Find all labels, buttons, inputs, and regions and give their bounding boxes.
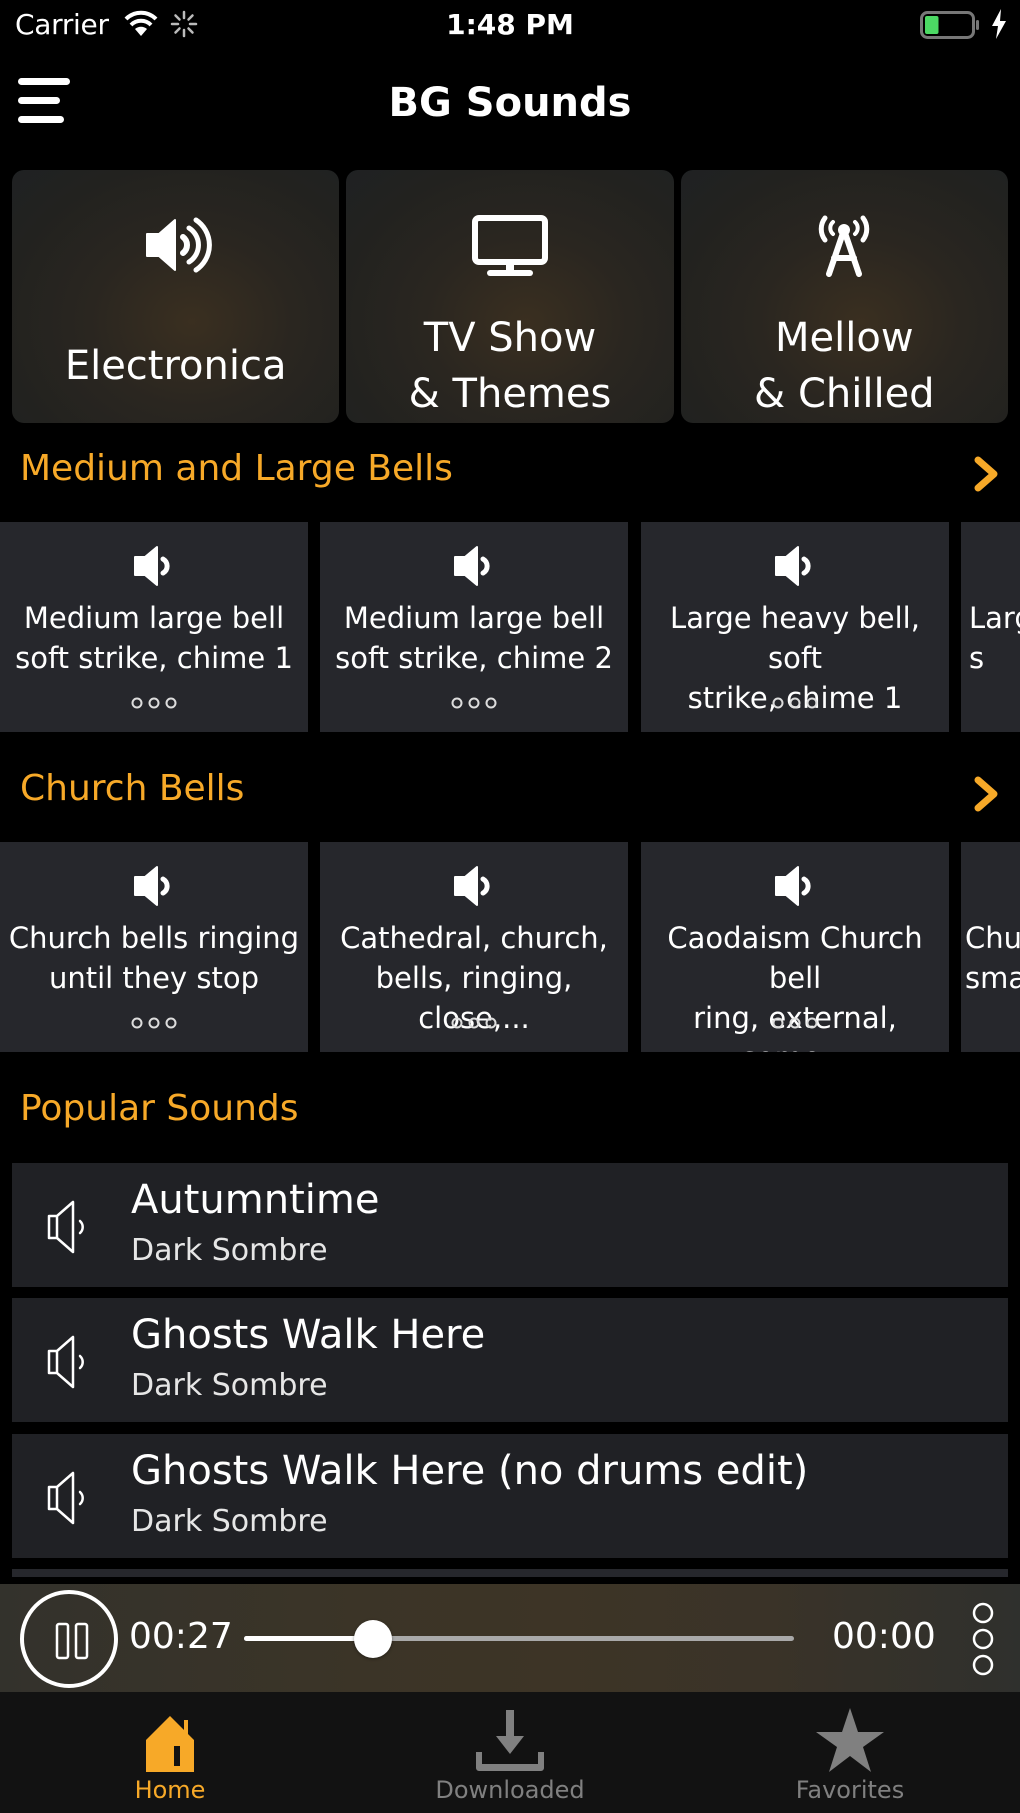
card-row-medium-large-bells[interactable]: Medium large bell soft strike, chime 1 M… bbox=[0, 522, 1020, 732]
seek-slider[interactable] bbox=[244, 1614, 794, 1664]
chevron-right-icon[interactable] bbox=[970, 454, 1002, 494]
genre-label-line1: Mellow bbox=[775, 315, 914, 361]
sound-subtitle: Dark Sombre bbox=[131, 1233, 328, 1268]
tab-label: Home bbox=[134, 1776, 206, 1804]
home-icon bbox=[146, 1716, 194, 1772]
sound-card-partial[interactable]: Chu sma bbox=[961, 842, 1020, 1052]
screen: Carrier 1:48 PM BG Sounds Electronica TV… bbox=[0, 0, 1020, 1813]
speaker-icon bbox=[454, 866, 490, 906]
section-header-popular-sounds: Popular Sounds bbox=[0, 1080, 1020, 1140]
nav-bar: BG Sounds bbox=[0, 52, 1020, 152]
seek-thumb[interactable] bbox=[354, 1620, 393, 1658]
list-item[interactable]: Autumntime Dark Sombre bbox=[12, 1163, 1008, 1287]
sound-card[interactable]: Large heavy bell, soft strike, chime 1 bbox=[641, 522, 949, 732]
more-dots-icon[interactable] bbox=[130, 696, 178, 710]
genre-tile-electronica[interactable]: Electronica bbox=[12, 170, 340, 423]
sound-card-title: Larg s bbox=[969, 601, 1020, 675]
tab-favorites[interactable]: Favorites bbox=[680, 1692, 1020, 1813]
section-title: Popular Sounds bbox=[20, 1088, 299, 1129]
genre-label-line1: TV Show bbox=[423, 315, 597, 361]
more-vertical-icon[interactable] bbox=[968, 1600, 998, 1680]
genre-tile-tv-show-themes[interactable]: TV Show & Themes bbox=[346, 170, 674, 423]
speaker-icon bbox=[775, 866, 811, 906]
sound-title: Ghosts Walk Here bbox=[131, 1312, 486, 1358]
tab-label: Favorites bbox=[795, 1776, 905, 1804]
list-item-partial[interactable] bbox=[12, 1569, 1008, 1577]
sound-card[interactable]: Church bells ringing until they stop bbox=[0, 842, 308, 1052]
tab-label: Downloaded bbox=[435, 1776, 585, 1804]
sound-card-title: Medium large bell soft strike, chime 1 bbox=[15, 601, 293, 675]
more-dots-icon[interactable] bbox=[450, 696, 498, 710]
sound-title: Autumntime bbox=[131, 1177, 380, 1223]
speaker-outline-icon bbox=[47, 1335, 84, 1389]
pause-button[interactable] bbox=[20, 1590, 118, 1688]
list-item[interactable]: Ghosts Walk Here (no drums edit) Dark So… bbox=[12, 1434, 1008, 1558]
status-bar: Carrier 1:48 PM bbox=[0, 0, 1020, 52]
more-dots-icon[interactable] bbox=[771, 696, 819, 710]
speaker-icon bbox=[134, 546, 170, 586]
sound-title: Ghosts Walk Here (no drums edit) bbox=[131, 1448, 809, 1494]
sound-card-title: Church bells ringing until they stop bbox=[8, 921, 300, 995]
mini-player: 00:27 00:00 bbox=[0, 1584, 1020, 1692]
charging-bolt-icon bbox=[992, 9, 1006, 39]
sound-card-title: Chu sma bbox=[965, 921, 1020, 995]
sound-card[interactable]: Medium large bell soft strike, chime 1 bbox=[0, 522, 308, 732]
radio-antenna-icon bbox=[819, 215, 870, 277]
section-title[interactable]: Church Bells bbox=[20, 768, 244, 809]
sound-card-title: Caodaism Church bell ring, external, som… bbox=[667, 921, 923, 1052]
star-icon bbox=[816, 1708, 884, 1772]
speaker-outline-icon bbox=[47, 1471, 84, 1525]
sound-subtitle: Dark Sombre bbox=[131, 1504, 328, 1539]
tab-downloaded[interactable]: Downloaded bbox=[340, 1692, 680, 1813]
genre-label-line2: & Themes bbox=[408, 371, 612, 417]
tab-home[interactable]: Home bbox=[0, 1692, 340, 1813]
sound-card[interactable]: Medium large bell soft strike, chime 2 bbox=[320, 522, 628, 732]
download-icon bbox=[476, 1710, 544, 1771]
more-dots-icon[interactable] bbox=[771, 1016, 819, 1030]
pause-icon bbox=[55, 1622, 89, 1660]
genre-label-line2: & Chilled bbox=[754, 371, 935, 417]
sound-card[interactable]: Caodaism Church bell ring, external, som… bbox=[641, 842, 949, 1052]
sound-subtitle: Dark Sombre bbox=[131, 1368, 328, 1403]
section-header-church-bells: Church Bells bbox=[0, 760, 1020, 820]
page-title: BG Sounds bbox=[388, 80, 632, 126]
list-item[interactable]: Ghosts Walk Here Dark Sombre bbox=[12, 1298, 1008, 1422]
monitor-icon bbox=[471, 215, 548, 276]
tab-bar: Home Downloaded Favorites bbox=[0, 1692, 1020, 1813]
more-dots-icon[interactable] bbox=[450, 1016, 498, 1030]
speaker-loud-icon bbox=[145, 217, 212, 273]
speaker-icon bbox=[134, 866, 170, 906]
sound-card[interactable]: Cathedral, church, bells, ringing, close… bbox=[320, 842, 628, 1052]
elapsed-time: 00:27 bbox=[129, 1616, 233, 1657]
genre-tile-mellow-chilled[interactable]: Mellow & Chilled bbox=[680, 170, 1008, 423]
genre-tiles: Electronica TV Show & Themes Mellow & Ch… bbox=[12, 170, 1008, 423]
section-title[interactable]: Medium and Large Bells bbox=[20, 448, 453, 489]
chevron-right-icon[interactable] bbox=[970, 774, 1002, 814]
status-time: 1:48 PM bbox=[446, 8, 574, 41]
sound-card-partial[interactable]: Larg s bbox=[961, 522, 1020, 732]
section-header-medium-large-bells: Medium and Large Bells bbox=[0, 440, 1020, 500]
card-row-church-bells[interactable]: Church bells ringing until they stop Cat… bbox=[0, 842, 1020, 1052]
total-time: 00:00 bbox=[832, 1616, 936, 1657]
battery-icon bbox=[920, 11, 979, 39]
more-dots-icon[interactable] bbox=[130, 1016, 178, 1030]
speaker-icon bbox=[454, 546, 490, 586]
sound-card-title: Medium large bell soft strike, chime 2 bbox=[335, 601, 613, 675]
speaker-outline-icon bbox=[47, 1200, 84, 1254]
speaker-icon bbox=[775, 546, 811, 586]
genre-label: Electronica bbox=[64, 343, 287, 389]
